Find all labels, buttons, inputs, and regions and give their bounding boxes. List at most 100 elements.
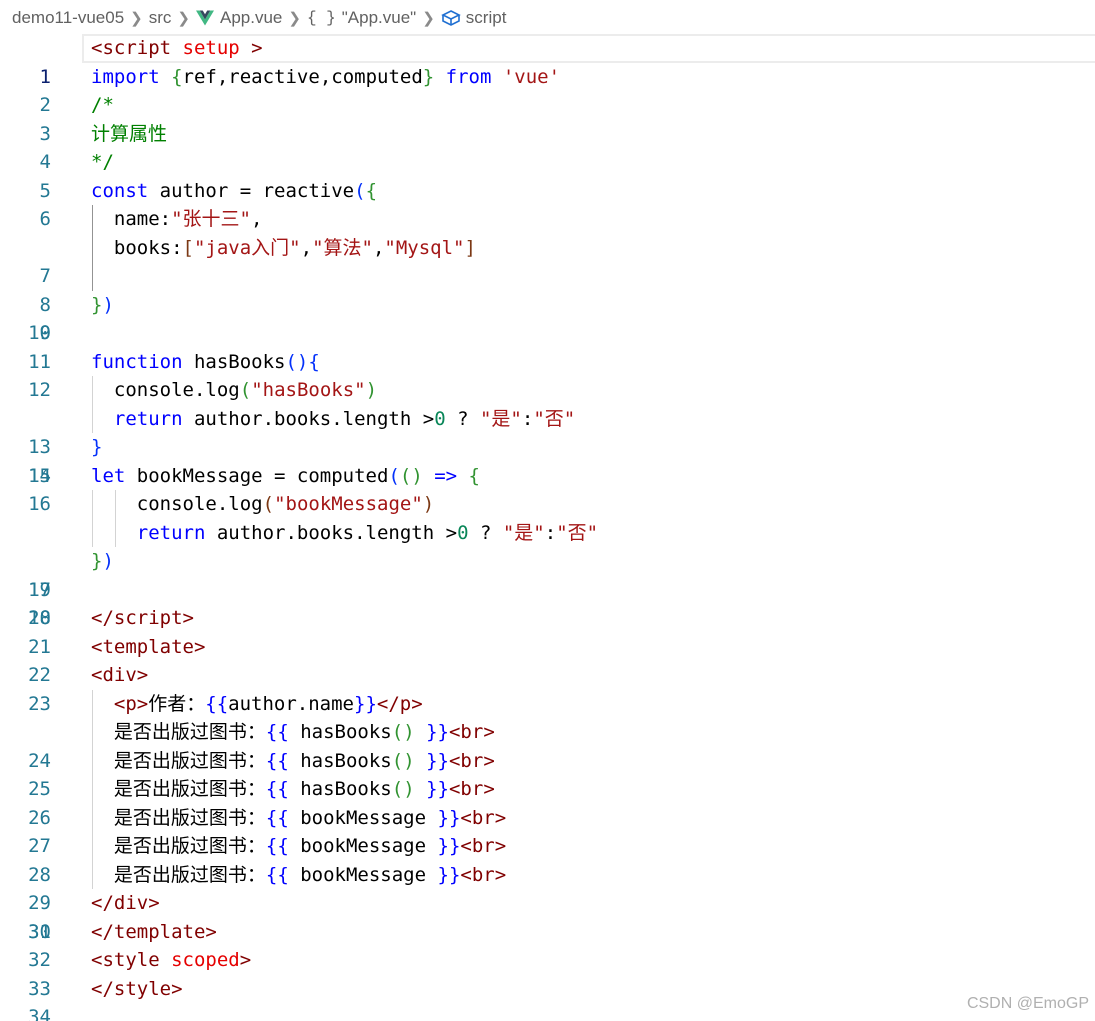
- code-line[interactable]: 24 <p>作者：{{author.name}}</p>: [0, 689, 1095, 772]
- line-code[interactable]: }: [91, 433, 102, 462]
- line-code[interactable]: 计算属性: [91, 120, 167, 149]
- code-token: >: [148, 892, 160, 914]
- code-token: style: [113, 977, 172, 1000]
- code-line[interactable]: 17 console.log("bookMessage"): [0, 490, 1095, 601]
- line-code[interactable]: 是否出版过图书：{{ bookMessage }}<br>: [91, 832, 506, 861]
- code-token: scoped: [159, 949, 240, 971]
- code-line[interactable]: 13 console.log("hasBooks"): [0, 376, 1095, 458]
- code-token: 作者：: [148, 692, 206, 715]
- code-line[interactable]: 33 <style scoped>: [0, 946, 1095, 1000]
- code-token: br: [460, 749, 484, 772]
- code-line[interactable]: 18 return author.books.length >0 ? "是":"…: [0, 518, 1095, 629]
- line-code[interactable]: let bookMessage = computed(() => {: [91, 462, 480, 491]
- line-code[interactable]: return author.books.length >0 ? "是":"否": [91, 519, 598, 548]
- code-token: br: [460, 778, 484, 800]
- code-token: (: [239, 379, 252, 401]
- code-line[interactable]: 9: [0, 262, 1095, 344]
- code-line[interactable]: 28 是否出版过图书：{{ bookMessage }}<br>: [0, 803, 1095, 886]
- code-line[interactable]: 6 const author = reactive({: [0, 177, 1095, 231]
- line-code[interactable]: */: [91, 148, 114, 177]
- code-token: {: [457, 464, 480, 487]
- code-token: "hasBooks": [251, 379, 366, 401]
- line-code[interactable]: <script setup >: [91, 34, 263, 63]
- line-code[interactable]: </style>: [91, 975, 183, 1004]
- code-token: "java入门": [193, 236, 301, 259]
- code-token: script: [102, 37, 172, 59]
- code-token: author.books.length >: [182, 407, 435, 430]
- line-code[interactable]: 是否出版过图书：{{ hasBooks() }}<br>: [91, 747, 495, 776]
- line-number: 34: [28, 1006, 51, 1021]
- code-line[interactable]: 21 </script>: [0, 604, 1095, 658]
- code-token: ]: [464, 236, 476, 259]
- code-token: >: [136, 692, 149, 715]
- line-code[interactable]: <style scoped>: [91, 946, 251, 975]
- code-line[interactable]: 19 }): [0, 547, 1095, 601]
- code-line[interactable]: 29 是否出版过图书：{{ bookMessage }}<br>: [0, 832, 1095, 914]
- code-token: "是": [502, 521, 545, 544]
- code-line[interactable]: 10 }): [0, 291, 1095, 345]
- code-line[interactable]: 7 name:"张十三",: [0, 205, 1095, 287]
- code-line[interactable]: 30 是否出版过图书：{{ bookMessage }}<br>: [0, 860, 1095, 943]
- breadcrumb-block[interactable]: { } "App.vue": [307, 8, 416, 28]
- code-line[interactable]: 4 计算属性: [0, 120, 1095, 174]
- code-line[interactable]: 1 <script setup >: [0, 34, 1095, 88]
- code-line[interactable]: 5 */: [0, 148, 1095, 202]
- code-line[interactable]: 31 </div>: [0, 889, 1095, 943]
- code-line[interactable]: 2 import {ref,reactive,computed} from 'v…: [0, 63, 1095, 117]
- code-token: (): [285, 350, 309, 373]
- line-code[interactable]: books:["java入门","算法","Mysql"]: [91, 234, 476, 263]
- code-line[interactable]: 15 }: [0, 433, 1095, 487]
- code-token: */: [91, 151, 114, 173]
- line-code[interactable]: return author.books.length >0 ? "是":"否": [91, 405, 575, 434]
- code-token: <: [448, 721, 461, 743]
- code-token: hasBooks: [288, 721, 392, 743]
- line-code[interactable]: <div>: [91, 661, 148, 690]
- breadcrumb-symbol[interactable]: script: [441, 8, 506, 28]
- breadcrumb-file[interactable]: App.vue: [195, 8, 282, 28]
- code-token: br: [471, 863, 495, 886]
- code-token: </: [91, 920, 114, 943]
- code-line[interactable]: 8 books:["java入门","算法","Mysql"]: [0, 233, 1095, 316]
- breadcrumb-subfolder[interactable]: src: [149, 8, 172, 28]
- code-token: >: [494, 835, 507, 857]
- code-line[interactable]: 26 是否出版过图书：{{ hasBooks() }}<br>: [0, 746, 1095, 829]
- code-line[interactable]: 22 <template>: [0, 633, 1095, 687]
- breadcrumb-folder[interactable]: demo11-vue05: [12, 8, 124, 28]
- code-line[interactable]: 3 /*: [0, 91, 1095, 145]
- code-token: </: [91, 892, 114, 914]
- line-code[interactable]: <template>: [91, 633, 205, 662]
- line-code[interactable]: </div>: [91, 889, 160, 918]
- code-line[interactable]: 11: [0, 319, 1095, 373]
- line-code[interactable]: 是否出版过图书：{{ bookMessage }}<br>: [91, 861, 506, 890]
- line-code[interactable]: 是否出版过图书：{{ bookMessage }}<br>: [91, 804, 506, 833]
- line-code[interactable]: 是否出版过图书：{{ hasBooks() }}<br>: [91, 775, 495, 804]
- code-line[interactable]: 25 是否出版过图书：{{ hasBooks() }}<br>: [0, 718, 1095, 800]
- line-code[interactable]: </template>: [91, 918, 217, 947]
- line-code[interactable]: console.log("hasBooks"): [91, 376, 377, 405]
- code-token: {: [365, 179, 378, 202]
- line-code[interactable]: 是否出版过图书：{{ hasBooks() }}<br>: [91, 718, 495, 747]
- line-code[interactable]: function hasBooks(){: [91, 348, 320, 377]
- line-code[interactable]: <p>作者：{{author.name}}</p>: [91, 690, 423, 719]
- code-line[interactable]: 32 </template>: [0, 918, 1095, 972]
- line-code[interactable]: </script>: [91, 604, 194, 633]
- line-code[interactable]: const author = reactive({: [91, 177, 377, 206]
- code-token: 是否出版过图书：: [113, 806, 266, 829]
- code-token: {{: [205, 692, 229, 715]
- code-token: }: [91, 436, 103, 458]
- code-line[interactable]: 27 是否出版过图书：{{ hasBooks() }}<br>: [0, 775, 1095, 857]
- line-code[interactable]: }): [91, 547, 114, 576]
- code-line[interactable]: 34 </style>: [0, 975, 1095, 1021]
- code-line[interactable]: 16 let bookMessage = computed(() => {: [0, 462, 1095, 516]
- line-code[interactable]: }): [91, 291, 114, 320]
- line-code[interactable]: console.log("bookMessage"): [91, 490, 434, 519]
- line-code[interactable]: import {ref,reactive,computed} from 'vue…: [91, 63, 560, 92]
- code-line[interactable]: 20: [0, 576, 1095, 629]
- code-line[interactable]: 12 function hasBooks(){: [0, 348, 1095, 402]
- code-line[interactable]: 14 return author.books.length >0 ? "是":"…: [0, 404, 1095, 487]
- code-line[interactable]: 23 <div>: [0, 661, 1095, 715]
- line-code[interactable]: name:"张十三",: [91, 205, 263, 234]
- line-code[interactable]: /*: [91, 91, 114, 120]
- code-token: >: [411, 692, 423, 715]
- code-editor[interactable]: 1 <script setup > 2 import {ref,reactive…: [0, 34, 1095, 1021]
